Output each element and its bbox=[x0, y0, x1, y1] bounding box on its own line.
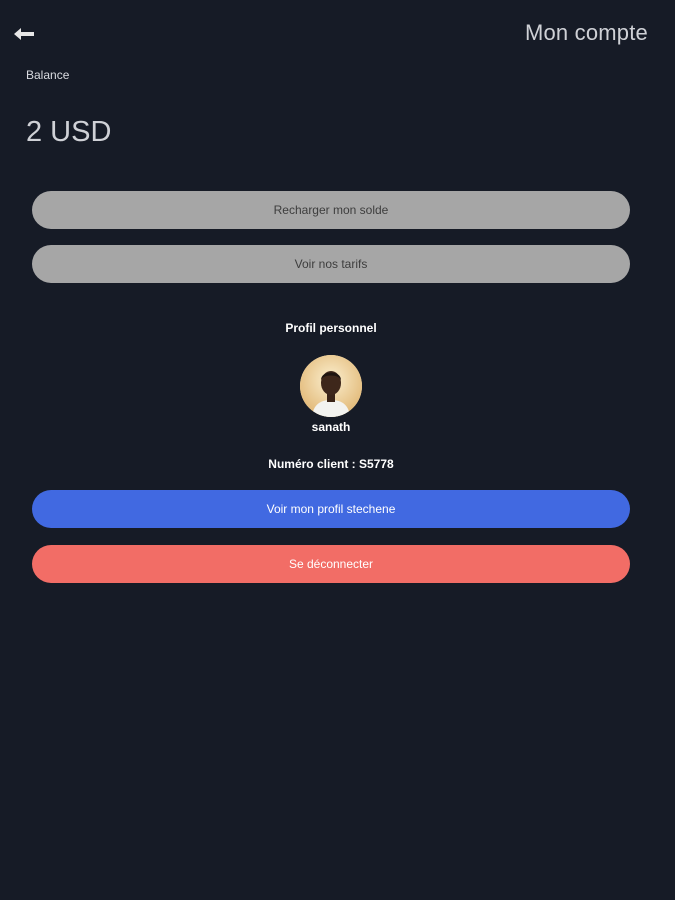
account-screen: Mon compte Balance 2 USD Recharger mon s… bbox=[0, 0, 675, 900]
balance-amount: 2 USD bbox=[26, 116, 112, 148]
back-arrow-icon bbox=[14, 27, 36, 41]
recharge-balance-button[interactable]: Recharger mon solde bbox=[32, 191, 630, 229]
page-title: Mon compte bbox=[524, 20, 648, 45]
profile-section-title: Profil personnel bbox=[285, 321, 377, 335]
username: sanath bbox=[311, 420, 351, 434]
avatar bbox=[300, 355, 362, 417]
logout-button[interactable]: Se déconnecter bbox=[32, 545, 630, 583]
balance-label: Balance bbox=[26, 68, 70, 82]
view-profile-button[interactable]: Voir mon profil stechene bbox=[32, 490, 630, 528]
back-button[interactable] bbox=[10, 20, 40, 48]
view-rates-button[interactable]: Voir nos tarifs bbox=[32, 245, 630, 283]
client-number: Numéro client : S5778 bbox=[268, 457, 394, 471]
